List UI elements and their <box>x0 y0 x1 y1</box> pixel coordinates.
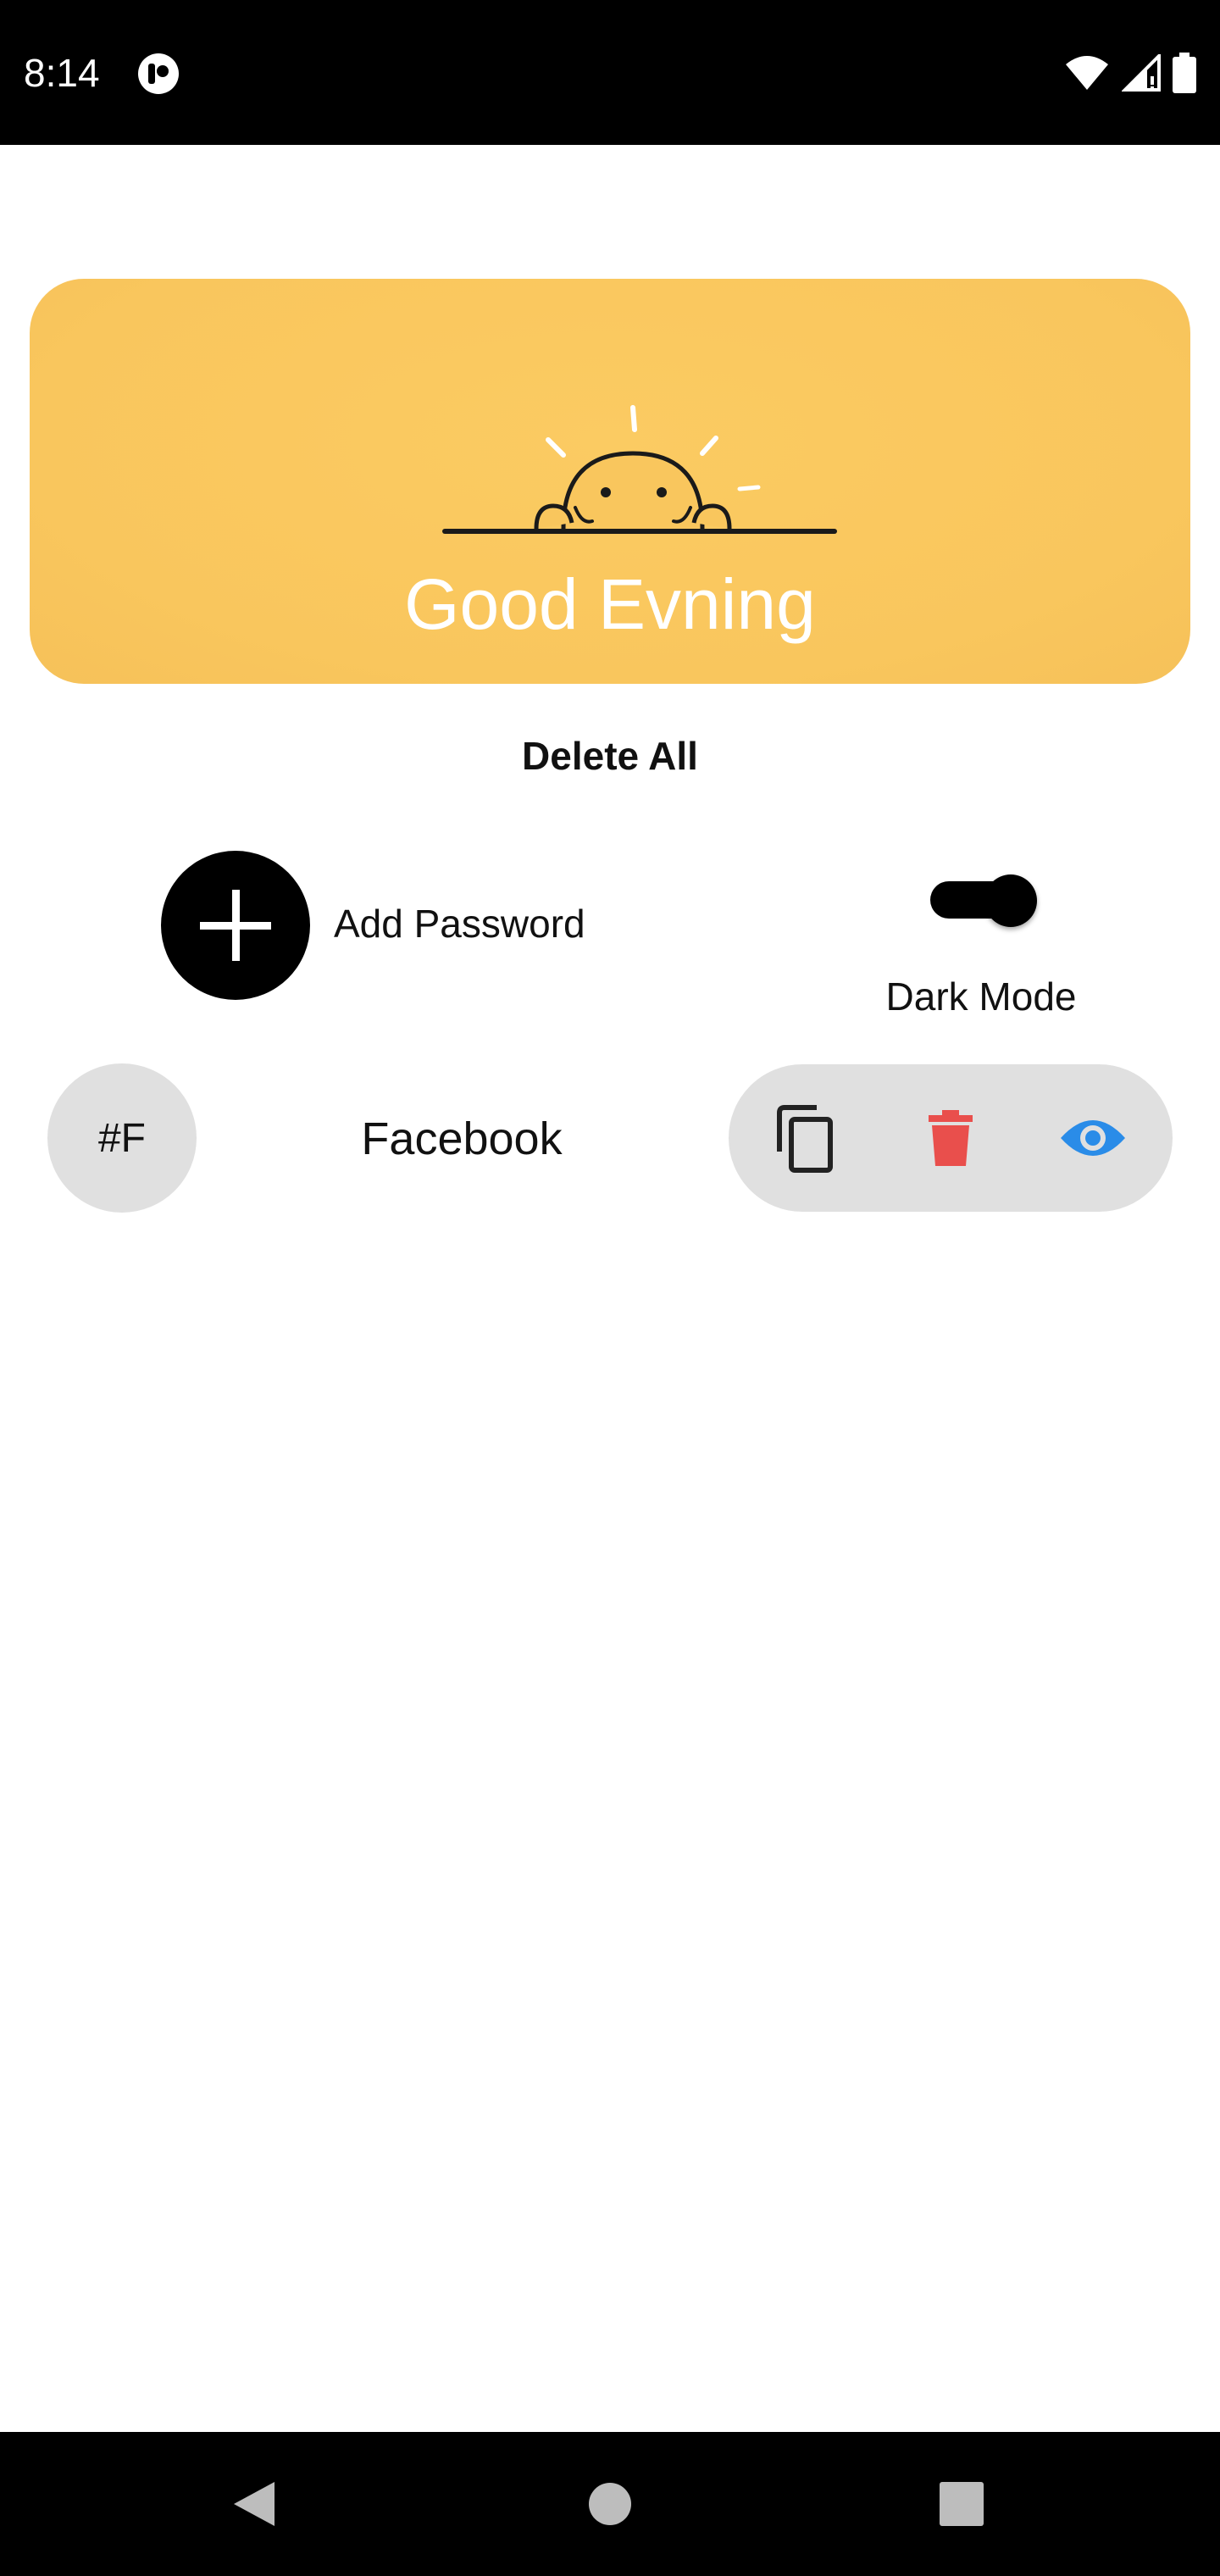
dark-mode-toggle[interactable] <box>930 874 1040 927</box>
entry-actions <box>729 1064 1173 1212</box>
battery-icon <box>1173 52 1196 97</box>
back-icon <box>234 2482 274 2526</box>
back-button[interactable] <box>212 2462 297 2546</box>
status-time: 8:14 <box>24 51 100 95</box>
entry-name: Facebook <box>361 1113 563 1164</box>
notification-app-icon <box>137 53 180 95</box>
trash-icon <box>929 1110 973 1166</box>
add-password-button[interactable] <box>161 851 310 1000</box>
recents-button[interactable] <box>919 2462 1004 2546</box>
status-bar: 8:14 <box>0 0 1220 145</box>
view-password-button[interactable] <box>1051 1096 1135 1180</box>
delete-all-button[interactable]: Delete All <box>0 732 1220 780</box>
dark-mode-label: Dark Mode <box>885 974 1077 1019</box>
peeking-sun-illustration <box>436 397 843 550</box>
plus-icon <box>200 890 271 961</box>
home-button[interactable] <box>568 2462 652 2546</box>
cell-signal-icon <box>1121 51 1161 96</box>
greeting-text: Good Evning <box>404 564 816 644</box>
copy-icon <box>777 1105 833 1173</box>
greeting-banner: Good Evning <box>30 279 1190 684</box>
app-screen: 8:14 Good Evning Delete All Add Password… <box>0 0 1220 2576</box>
home-icon <box>589 2483 631 2525</box>
delete-password-button[interactable] <box>908 1096 993 1180</box>
add-password-label: Add Password <box>334 902 585 946</box>
system-nav-bar <box>0 2432 1220 2576</box>
toggle-thumb <box>984 874 1037 927</box>
entry-avatar: #F <box>47 1063 197 1213</box>
eye-icon <box>1061 1120 1125 1156</box>
copy-password-button[interactable] <box>764 1096 849 1180</box>
wifi-icon <box>1064 54 1110 96</box>
status-icons <box>1064 51 1196 98</box>
recents-icon <box>940 2482 984 2526</box>
